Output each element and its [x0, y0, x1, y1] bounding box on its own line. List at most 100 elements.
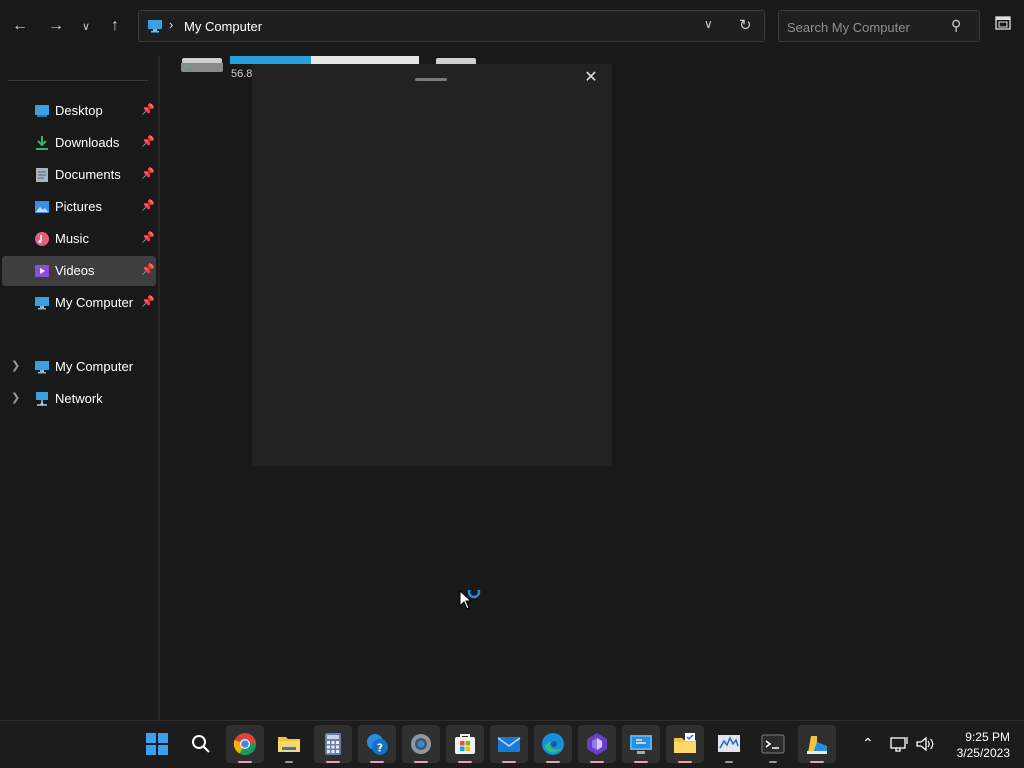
- computer-icon: [35, 361, 49, 374]
- sidebar-item-my-computer[interactable]: My Computer 📌: [2, 288, 156, 318]
- running-indicator: [590, 761, 604, 763]
- sidebar-divider: [8, 80, 148, 81]
- desktop-icon: [35, 105, 49, 117]
- running-indicator: [769, 761, 777, 763]
- tree-item-network[interactable]: ❯ Network: [2, 384, 156, 414]
- sidebar-item-desktop[interactable]: Desktop 📌: [2, 96, 156, 126]
- sticky-notes-folder-icon: [674, 733, 696, 753]
- show-hidden-icons-chevron-icon[interactable]: ⌃: [862, 735, 874, 752]
- running-indicator: [370, 761, 384, 763]
- pin-icon[interactable]: 📌: [141, 135, 155, 148]
- forward-arrow-icon: →: [48, 17, 64, 34]
- file-explorer-icon: [278, 737, 300, 752]
- taskbar-app-settings[interactable]: [402, 725, 440, 763]
- pin-icon[interactable]: 📌: [141, 263, 155, 276]
- search-icon: ⚲: [951, 17, 962, 33]
- taskbar-app-resource-monitor[interactable]: [710, 725, 748, 763]
- computer-icon: [148, 20, 162, 33]
- pin-icon[interactable]: 📌: [141, 231, 155, 244]
- forward-button[interactable]: →: [42, 12, 70, 40]
- refresh-icon[interactable]: ↻: [739, 16, 752, 34]
- calculator-icon: [325, 733, 341, 755]
- search-icon: [192, 735, 210, 753]
- sidebar-item-documents[interactable]: Documents 📌: [2, 160, 156, 190]
- drive-usage-bar: [230, 56, 419, 64]
- search-input[interactable]: [785, 17, 949, 37]
- chrome-icon: [233, 733, 256, 755]
- taskbar-app-clipchamp[interactable]: [578, 725, 616, 763]
- drive-free-space: 56.8: [231, 68, 253, 80]
- running-indicator: [725, 761, 733, 763]
- running-indicator: [546, 761, 560, 763]
- window-options-icon[interactable]: [995, 16, 1011, 30]
- remote-desktop-icon: [630, 735, 652, 754]
- network-status-icon[interactable]: [890, 736, 910, 752]
- taskbar-app-remote-desktop[interactable]: [622, 725, 660, 763]
- clipchamp-icon: [587, 733, 607, 755]
- pin-icon[interactable]: 📌: [141, 103, 155, 116]
- sidebar-item-videos[interactable]: Videos 📌: [2, 256, 156, 286]
- breadcrumb-separator-icon: ›: [169, 17, 174, 32]
- sidebar-item-label: Music: [55, 231, 89, 246]
- volume-icon[interactable]: [915, 736, 935, 752]
- microsoft-store-icon: [455, 734, 475, 754]
- sidebar-item-downloads[interactable]: Downloads 📌: [2, 128, 156, 158]
- music-icon: [35, 232, 49, 246]
- download-icon: [36, 136, 48, 150]
- taskbar-app-folder-checklist[interactable]: [666, 725, 704, 763]
- computer-icon: [35, 297, 49, 310]
- address-bar[interactable]: › My Computer ∨ ↻: [138, 10, 765, 42]
- pin-icon[interactable]: 📌: [141, 167, 155, 180]
- back-arrow-icon: ←: [12, 17, 28, 34]
- system-clock[interactable]: 9:25 PM 3/25/2023: [944, 729, 1010, 761]
- resource-monitor-icon: [718, 735, 740, 752]
- svg-text:?: ?: [377, 742, 383, 755]
- clock-date: 3/25/2023: [956, 746, 1010, 760]
- clock-time: 9:25 PM: [965, 730, 1010, 744]
- search-box[interactable]: ⚲: [778, 10, 980, 42]
- sidebar-item-music[interactable]: Music 📌: [2, 224, 156, 254]
- pin-icon[interactable]: 📌: [141, 199, 155, 212]
- pane-splitter[interactable]: [158, 56, 160, 720]
- drag-handle[interactable]: [415, 78, 447, 81]
- navigation-pane: Desktop 📌 Downloads 📌 Documents 📌 Pictur…: [0, 56, 158, 720]
- start-icon: [146, 733, 168, 755]
- drive-icon[interactable]: [180, 56, 224, 74]
- tree-item-my-computer[interactable]: ❯ My Computer: [2, 352, 156, 382]
- paint-icon: [807, 736, 827, 754]
- taskbar-app-edge[interactable]: [534, 725, 572, 763]
- busy-cursor-icon: [459, 590, 481, 610]
- taskbar-app-chrome[interactable]: [226, 725, 264, 763]
- address-dropdown-icon[interactable]: ∨: [704, 17, 713, 31]
- taskbar-app-terminal[interactable]: [754, 725, 792, 763]
- recent-locations-button[interactable]: ∨: [72, 12, 100, 40]
- drive-usage-fill: [230, 56, 312, 64]
- taskbar-app-mail[interactable]: [490, 725, 528, 763]
- pictures-icon: [35, 201, 49, 213]
- running-indicator: [285, 761, 293, 763]
- address-text[interactable]: My Computer: [184, 19, 262, 34]
- tree-item-label: My Computer: [55, 359, 134, 374]
- expand-chevron-icon[interactable]: ❯: [11, 359, 20, 372]
- up-button[interactable]: ↑: [101, 12, 129, 40]
- sidebar-item-pictures[interactable]: Pictures 📌: [2, 192, 156, 222]
- expand-chevron-icon[interactable]: ❯: [11, 391, 20, 404]
- close-icon: ✕: [584, 69, 598, 86]
- start-button[interactable]: [138, 725, 176, 763]
- sidebar-item-label: Pictures: [55, 199, 102, 214]
- taskbar-app-microsoft-store[interactable]: [446, 725, 484, 763]
- taskbar-app-get-help[interactable]: ?: [358, 725, 396, 763]
- pin-icon[interactable]: 📌: [141, 295, 155, 308]
- taskbar-app-calculator[interactable]: [314, 725, 352, 763]
- taskbar-search-button[interactable]: [182, 725, 220, 763]
- taskbar-app-file-explorer[interactable]: [270, 725, 308, 763]
- running-indicator: [502, 761, 516, 763]
- network-icon: [36, 392, 48, 406]
- sidebar-item-label: Desktop: [55, 103, 103, 118]
- back-button[interactable]: ←: [6, 12, 34, 40]
- running-indicator: [634, 761, 648, 763]
- taskbar-app-paint[interactable]: [798, 725, 836, 763]
- taskbar: ? ⌃ 9:25 PM 3/25/2023: [0, 720, 1024, 768]
- running-indicator: [810, 761, 824, 763]
- close-button[interactable]: ✕: [582, 69, 600, 87]
